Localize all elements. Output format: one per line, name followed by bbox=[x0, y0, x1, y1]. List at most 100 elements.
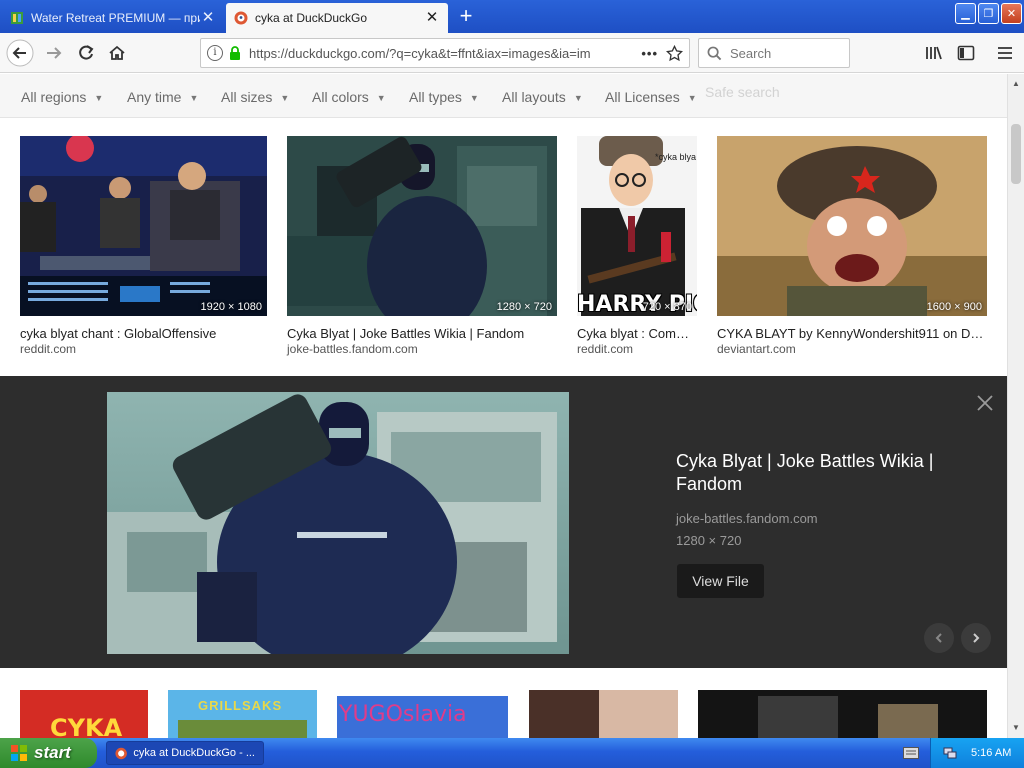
close-window-button[interactable]: ✕ bbox=[1001, 3, 1022, 24]
minimize-button[interactable]: ▁ bbox=[955, 3, 976, 24]
next-image-button[interactable] bbox=[961, 623, 991, 653]
result-domain[interactable]: reddit.com bbox=[20, 342, 76, 356]
result-thumbnail[interactable]: 1920 × 1080 bbox=[20, 136, 267, 316]
bus-man-image bbox=[287, 136, 557, 316]
search-icon bbox=[707, 46, 722, 60]
chevron-down-icon: ▼ bbox=[280, 93, 290, 103]
site-info-icon[interactable]: i bbox=[207, 45, 223, 61]
scroll-down-icon[interactable]: ▼ bbox=[1008, 720, 1024, 736]
duckduckgo-icon bbox=[115, 747, 127, 759]
tab-label: Water Retreat PREMIUM — прило bbox=[31, 11, 200, 25]
result-thumbnail[interactable]: *cyka blya HARRY PIOTR 720 × 870 bbox=[577, 136, 697, 316]
new-tab-button[interactable]: + bbox=[454, 5, 478, 29]
filter-time[interactable]: Any time ▼ bbox=[127, 89, 198, 105]
chevron-right-icon bbox=[973, 633, 980, 643]
result-title[interactable]: CYKA BLAYT by KennyWondershit911 on Dev.… bbox=[717, 326, 987, 341]
result-title[interactable]: cyka blyat chant : GlobalOffensive bbox=[20, 326, 267, 341]
scroll-thumb[interactable] bbox=[1011, 124, 1021, 184]
scroll-up-icon[interactable]: ▲ bbox=[1008, 76, 1024, 92]
restore-button[interactable]: ❐ bbox=[978, 3, 999, 24]
start-label: start bbox=[34, 743, 71, 762]
chevron-down-icon: ▼ bbox=[189, 93, 199, 103]
back-arrow-icon bbox=[6, 39, 34, 67]
image-result-5[interactable]: CYKA bbox=[20, 690, 148, 738]
reload-button[interactable] bbox=[72, 39, 100, 67]
thumbnail-text: YUGOslavia bbox=[339, 702, 467, 727]
filter-layouts[interactable]: All layouts ▼ bbox=[502, 89, 583, 105]
safe-search-ghost-label: Safe search bbox=[705, 84, 780, 100]
tab-water-retreat[interactable]: Water Retreat PREMIUM — прило ✕ bbox=[2, 3, 224, 33]
thumbnail-shape bbox=[758, 696, 838, 738]
thumbnail-shape bbox=[529, 690, 599, 738]
result-domain[interactable]: reddit.com bbox=[577, 342, 633, 356]
filter-colors[interactable]: All colors ▼ bbox=[312, 89, 386, 105]
filter-types[interactable]: All types ▼ bbox=[409, 89, 479, 105]
navigation-toolbar: i https://duckduckgo.com/?q=cyka&t=ffnt&… bbox=[0, 33, 1024, 73]
filter-licenses[interactable]: All Licenses ▼ bbox=[605, 89, 697, 105]
network-icon[interactable] bbox=[943, 746, 957, 760]
search-input[interactable]: Search bbox=[698, 38, 850, 68]
image-detail-panel: Cyka Blyat | Joke Battles Wikia | Fandom… bbox=[0, 376, 1007, 668]
image-result-3[interactable]: *cyka blya HARRY PIOTR 720 × 870 Cyka bl… bbox=[577, 136, 697, 356]
previous-image-button[interactable] bbox=[924, 623, 954, 653]
chevron-left-icon bbox=[935, 633, 942, 643]
address-bar[interactable]: i https://duckduckgo.com/?q=cyka&t=ffnt&… bbox=[200, 38, 690, 68]
image-dimensions: 1600 × 900 bbox=[926, 301, 982, 313]
taskbar: start cyka at DuckDuckGo - ... 5:16 AM bbox=[0, 738, 1024, 768]
esports-stage-image bbox=[20, 136, 267, 316]
filter-label: All layouts bbox=[502, 89, 566, 105]
start-button[interactable]: start bbox=[0, 738, 97, 768]
forward-button[interactable] bbox=[40, 39, 68, 67]
library-button[interactable] bbox=[920, 39, 948, 67]
view-file-button[interactable]: View File bbox=[677, 564, 764, 598]
vertical-scrollbar[interactable]: ▲ ▼ bbox=[1007, 74, 1024, 738]
image-result-6[interactable]: GRILLSAKS bbox=[168, 690, 317, 738]
sidebar-button[interactable] bbox=[952, 39, 980, 67]
page-actions-icon[interactable]: ••• bbox=[641, 46, 658, 61]
image-result-1[interactable]: 1920 × 1080 cyka blyat chant : GlobalOff… bbox=[20, 136, 267, 356]
filter-label: All colors bbox=[312, 89, 369, 105]
chevron-down-icon: ▼ bbox=[469, 93, 479, 103]
result-title[interactable]: Cyka blyat : Comm... bbox=[577, 326, 697, 341]
home-button[interactable] bbox=[103, 39, 131, 67]
duckduckgo-icon bbox=[234, 11, 248, 25]
result-title[interactable]: Cyka Blyat | Joke Battles Wikia | Fandom bbox=[287, 326, 557, 341]
back-button[interactable] bbox=[6, 39, 34, 67]
image-result-2[interactable]: 1280 × 720 Cyka Blyat | Joke Battles Wik… bbox=[287, 136, 557, 356]
bookmark-star-icon[interactable] bbox=[666, 44, 683, 62]
filter-regions[interactable]: All regions ▼ bbox=[21, 89, 103, 105]
detail-title[interactable]: Cyka Blyat | Joke Battles Wikia | Fandom bbox=[676, 450, 976, 496]
library-icon bbox=[926, 46, 942, 60]
close-detail-icon[interactable] bbox=[975, 393, 995, 413]
close-tab-icon[interactable]: ✕ bbox=[200, 10, 216, 26]
result-thumbnail[interactable]: 1280 × 720 bbox=[287, 136, 557, 316]
image-result-8[interactable] bbox=[529, 690, 678, 738]
filter-sizes[interactable]: All sizes ▼ bbox=[221, 89, 289, 105]
game-favicon-icon bbox=[11, 12, 23, 24]
result-domain[interactable]: joke-battles.fandom.com bbox=[287, 342, 418, 356]
chevron-down-icon: ▼ bbox=[94, 93, 104, 103]
tab-duckduckgo[interactable]: cyka at DuckDuckGo ✕ bbox=[226, 3, 448, 33]
menu-button[interactable] bbox=[991, 39, 1019, 67]
image-result-4[interactable]: 1600 × 900 CYKA BLAYT by KennyWondershit… bbox=[717, 136, 987, 356]
search-placeholder: Search bbox=[730, 45, 772, 61]
image-result-7[interactable]: YUGOslavia bbox=[337, 690, 508, 738]
image-dimensions: 720 × 870 bbox=[642, 301, 692, 313]
result-thumbnail[interactable]: 1600 × 900 bbox=[717, 136, 987, 316]
clock[interactable]: 5:16 AM bbox=[971, 747, 1011, 759]
close-tab-icon[interactable]: ✕ bbox=[424, 10, 440, 26]
url-text[interactable]: https://duckduckgo.com/?q=cyka&t=ffnt&ia… bbox=[249, 46, 633, 61]
hamburger-menu-icon bbox=[998, 47, 1012, 59]
sidebar-icon bbox=[957, 45, 975, 61]
taskbar-item-firefox[interactable]: cyka at DuckDuckGo - ... bbox=[106, 741, 264, 765]
harry-potter-meme-image bbox=[577, 136, 697, 316]
window-controls: ▁ ❐ ✕ bbox=[955, 3, 1022, 24]
image-result-9[interactable] bbox=[698, 690, 987, 738]
detail-domain[interactable]: joke-battles.fandom.com bbox=[676, 511, 818, 526]
filter-label: All regions bbox=[21, 89, 87, 105]
forward-arrow-icon bbox=[47, 47, 62, 59]
result-domain[interactable]: deviantart.com bbox=[717, 342, 796, 356]
detail-image[interactable] bbox=[107, 392, 569, 654]
chevron-down-icon: ▼ bbox=[573, 93, 583, 103]
keyboard-icon[interactable] bbox=[903, 747, 919, 759]
